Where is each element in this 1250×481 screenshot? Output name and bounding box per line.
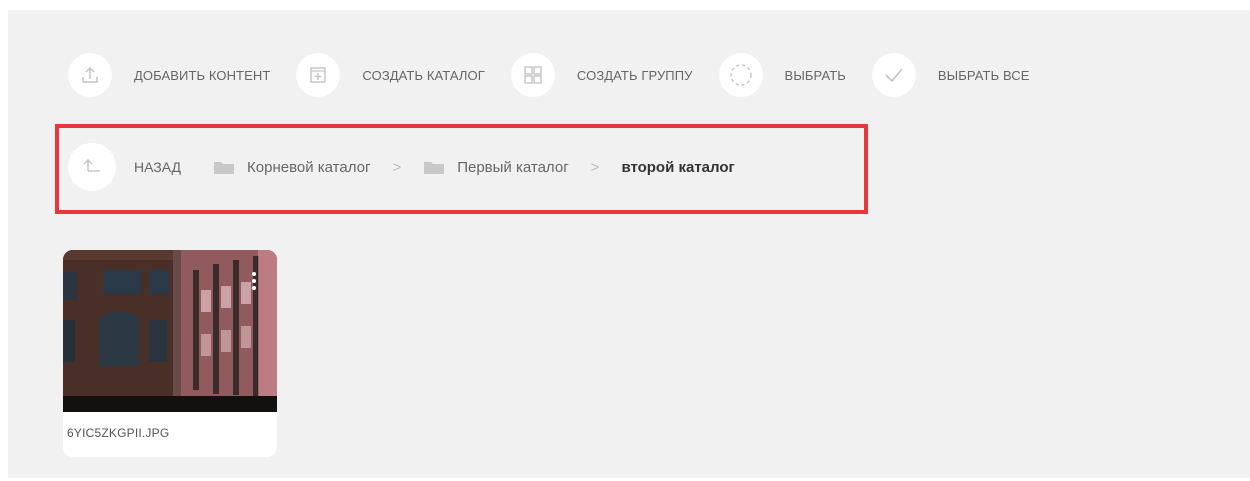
arrow-up-back-icon <box>82 157 102 178</box>
breadcrumb-item-label: второй каталог <box>621 158 735 176</box>
breadcrumb-separator: > <box>590 158 600 176</box>
breadcrumb: НАЗАД Корневой каталог > Первый каталог … <box>68 143 735 191</box>
breadcrumb-item-label: Корневой каталог <box>247 158 371 176</box>
select-label: ВЫБРАТЬ <box>784 67 846 83</box>
toolbar: ДОБАВИТЬ КОНТЕНТ СОЗДАТЬ КАТАЛОГ СОЗДАТЬ… <box>68 51 1056 99</box>
breadcrumb-item-root[interactable]: Корневой каталог <box>213 159 370 176</box>
more-vertical-icon[interactable] <box>249 272 259 294</box>
upload-icon <box>68 53 112 97</box>
select-all-label: ВЫБРАТЬ ВСЕ <box>937 67 1030 83</box>
add-content-label: ДОБАВИТЬ КОНТЕНТ <box>134 67 271 83</box>
file-card[interactable]: 6YIC5ZKGPII.JPG <box>63 250 277 457</box>
folder-icon <box>213 159 235 175</box>
dashed-circle-icon <box>718 53 763 97</box>
checkmark-icon <box>871 53 916 97</box>
breadcrumb-item-label: Первый каталог <box>457 158 569 176</box>
folder-icon <box>423 159 445 175</box>
create-group-button[interactable]: СОЗДАТЬ ГРУППУ <box>510 53 693 97</box>
file-name: 6YIC5ZKGPII.JPG <box>67 426 170 440</box>
breadcrumb-item-current: второй каталог <box>621 159 734 176</box>
select-button[interactable]: ВЫБРАТЬ <box>718 53 846 97</box>
create-folder-label: СОЗДАТЬ КАТАЛОГ <box>362 67 485 83</box>
back-button[interactable] <box>68 143 116 191</box>
create-group-label: СОЗДАТЬ ГРУППУ <box>576 67 693 83</box>
add-content-button[interactable]: ДОБАВИТЬ КОНТЕНТ <box>68 53 270 97</box>
file-thumbnail-image <box>63 250 277 412</box>
add-folder-icon <box>296 53 341 97</box>
breadcrumb-item-first[interactable]: Первый каталог <box>423 158 569 176</box>
grid-icon <box>510 53 555 97</box>
select-all-button[interactable]: ВЫБРАТЬ ВСЕ <box>871 53 1030 97</box>
create-folder-button[interactable]: СОЗДАТЬ КАТАЛОГ <box>296 53 485 97</box>
back-label[interactable]: НАЗАД <box>134 159 181 175</box>
breadcrumb-separator: > <box>392 158 402 176</box>
